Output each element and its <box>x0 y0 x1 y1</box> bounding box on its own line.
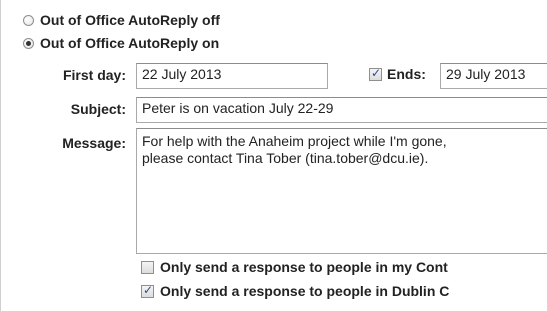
message-label: Message: <box>62 135 126 151</box>
domain-only-label[interactable]: Only send a response to people in Dublin… <box>160 283 449 299</box>
first-day-input[interactable]: 22 July 2013 <box>136 63 328 89</box>
contacts-only-option[interactable]: Only send a response to people in my Con… <box>141 259 448 275</box>
message-textarea[interactable]: For help with the Anaheim project while … <box>136 128 547 254</box>
autoreply-off-radio[interactable] <box>23 14 34 26</box>
contacts-only-checkbox[interactable] <box>141 260 154 274</box>
autoreply-on-label[interactable]: Out of Office AutoReply on <box>40 35 219 51</box>
domain-only-checkbox[interactable] <box>141 283 154 298</box>
ends-toggle[interactable]: Ends: <box>369 66 426 82</box>
ends-label[interactable]: Ends: <box>387 66 426 82</box>
autoreply-on-radio[interactable] <box>23 37 34 49</box>
ends-checkbox[interactable] <box>369 66 382 81</box>
subject-label: Subject: <box>70 101 126 117</box>
autoreply-on-option[interactable]: Out of Office AutoReply on <box>23 35 219 51</box>
panel-left-border <box>0 0 1 311</box>
autoreply-off-option[interactable]: Out of Office AutoReply off <box>23 12 220 28</box>
subject-input[interactable]: Peter is on vacation July 22-29 <box>136 97 547 123</box>
autoreply-off-label[interactable]: Out of Office AutoReply off <box>40 12 220 28</box>
contacts-only-label[interactable]: Only send a response to people in my Con… <box>160 259 448 275</box>
domain-only-option[interactable]: Only send a response to people in Dublin… <box>141 283 449 299</box>
ends-date-input[interactable]: 29 July 2013 <box>440 63 547 89</box>
first-day-label: First day: <box>62 67 126 83</box>
